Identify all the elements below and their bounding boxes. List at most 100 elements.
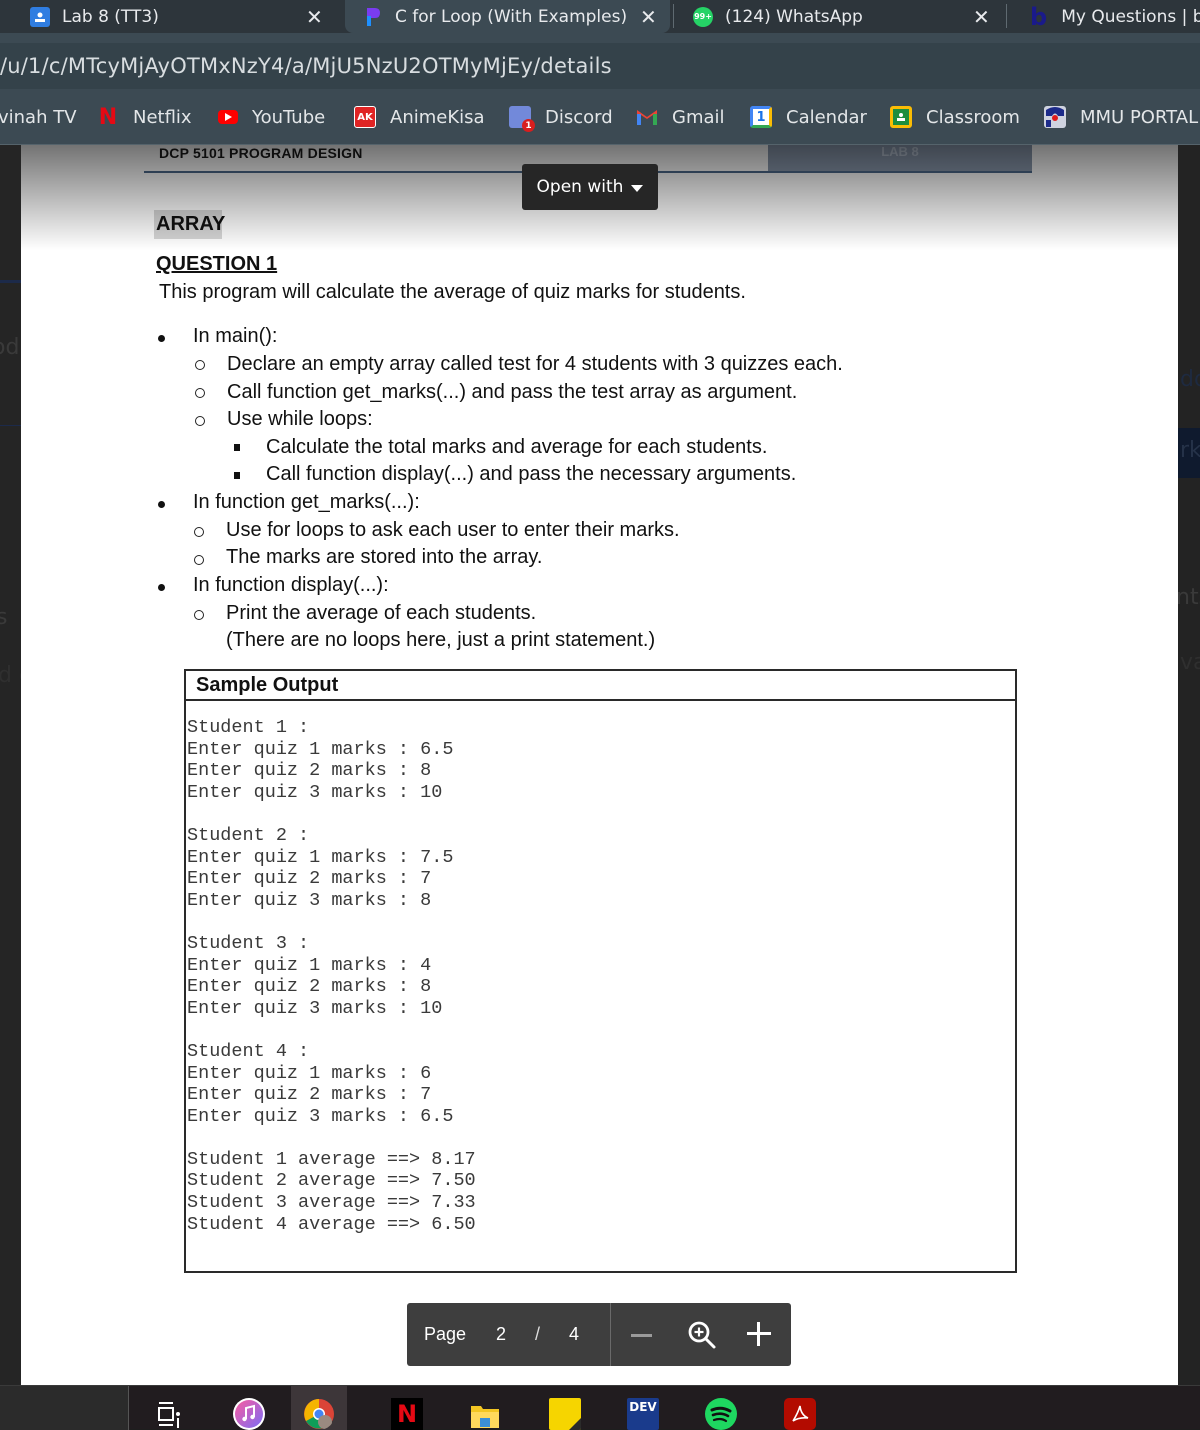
itunes-icon[interactable] <box>233 1398 265 1430</box>
instruction-item: Call function get_marks(...) and pass th… <box>227 381 798 403</box>
spotify-icon[interactable] <box>705 1398 737 1430</box>
netflix-app-icon[interactable]: N <box>391 1398 423 1430</box>
background-fragment: va <box>1180 650 1200 675</box>
zoom-out-button[interactable] <box>631 1334 652 1337</box>
background-fragment: s <box>0 605 8 630</box>
netflix-icon: N <box>98 104 118 130</box>
circle-bullet-icon <box>195 416 205 426</box>
acrobat-reader-icon[interactable] <box>784 1398 816 1430</box>
question-description: This program will calculate the average … <box>159 281 746 303</box>
open-with-button[interactable]: Open with <box>522 164 658 210</box>
bookmark-label: AnimeKisa <box>390 106 485 128</box>
gmail-icon <box>636 106 658 128</box>
classroom-icon <box>890 106 912 128</box>
lab-header: LAB 8 <box>768 145 1032 172</box>
output-line: Student 1 average ==> 8.17 <box>187 1148 476 1170</box>
bartleby-icon: b <box>1030 2 1048 31</box>
bookmark-label: Netflix <box>133 106 192 128</box>
output-line: Student 4 average ==> 6.50 <box>187 1213 476 1235</box>
close-tab-icon[interactable]: ✕ <box>306 5 323 29</box>
address-bar[interactable]: /u/1/c/MTcyMjAyOTMxNzY4/a/MjU5NzU2OTMyMj… <box>0 43 1200 89</box>
open-with-label: Open with <box>536 177 624 197</box>
tab-whatsapp[interactable]: 99+ (124) WhatsApp ✕ <box>693 0 1003 33</box>
file-explorer-icon[interactable] <box>469 1398 501 1430</box>
chrome-icon[interactable] <box>303 1398 335 1430</box>
instruction-item: In function get_marks(...): <box>193 491 420 513</box>
current-page-input[interactable]: 2 <box>496 1324 506 1345</box>
circle-bullet-icon <box>195 360 205 370</box>
bookmark-youtube[interactable]: YouTube <box>218 89 325 145</box>
discord-icon: 1 <box>509 106 535 132</box>
bookmark-classroom[interactable]: Classroom <box>890 89 1020 145</box>
bookmark-animekisa[interactable]: AK AnimeKisa <box>354 89 485 145</box>
tab-title: Lab 8 (TT3) <box>62 6 159 27</box>
animekisa-icon: AK <box>354 106 376 128</box>
circle-bullet-icon <box>195 388 205 398</box>
sample-output-box: Sample Output Student 1 : Enter quiz 1 ma… <box>184 669 1017 1273</box>
square-bullet-icon <box>234 444 240 451</box>
instruction-item: Declare an empty array called test for 4… <box>227 353 843 375</box>
dev-cpp-icon[interactable]: DEV <box>627 1398 659 1430</box>
zoom-in-button[interactable] <box>747 1322 771 1346</box>
task-view-icon[interactable] <box>153 1398 185 1430</box>
bookmark-mmu-portal[interactable]: MMU PORTAL <box>1044 89 1198 145</box>
tab-c-for-loop[interactable]: C for Loop (With Examples) ✕ <box>345 0 670 33</box>
output-line: Enter quiz 2 marks : 7 <box>187 868 432 890</box>
output-line: Student 2 average ==> 7.50 <box>187 1170 476 1192</box>
bullet-icon <box>158 584 165 591</box>
tab-title: (124) WhatsApp <box>725 6 863 27</box>
close-tab-icon[interactable]: ✕ <box>973 5 990 29</box>
instruction-item: The marks are stored into the array. <box>226 546 543 568</box>
output-line: Enter quiz 1 marks : 6.5 <box>187 738 454 760</box>
calendar-icon: 1 <box>750 106 772 128</box>
tab-separator <box>1006 4 1007 28</box>
section-title: ARRAY <box>156 213 226 235</box>
right-background <box>1178 145 1200 1385</box>
output-line: Enter quiz 2 marks : 8 <box>187 760 432 782</box>
instruction-item: In main(): <box>193 325 278 347</box>
bookmarks-bar: vinah TV N Netflix YouTube AK AnimeKisa … <box>0 89 1200 145</box>
taskbar-search-area[interactable] <box>0 1386 129 1430</box>
bookmark-discord[interactable]: 1 Discord <box>509 89 613 145</box>
google-classroom-icon <box>30 6 50 27</box>
page-separator: / <box>535 1324 541 1344</box>
instruction-item: Calculate the total marks and average fo… <box>266 436 768 458</box>
output-line: Enter quiz 2 marks : 8 <box>187 976 432 998</box>
bookmark-label: Calendar <box>786 106 867 128</box>
bookmark-gmail[interactable]: Gmail <box>636 89 725 145</box>
bookmark-label: Classroom <box>926 106 1020 128</box>
bookmark-netflix[interactable]: N Netflix <box>97 89 192 145</box>
instruction-item: Use while loops: <box>227 408 373 430</box>
bookmark-calendar[interactable]: 1 Calendar <box>750 89 867 145</box>
whatsapp-icon: 99+ <box>693 6 713 27</box>
programiz-icon <box>363 7 383 27</box>
background-fragment: nts <box>1176 585 1200 610</box>
bullet-icon <box>158 501 165 508</box>
bookmark-label: Discord <box>545 106 613 128</box>
output-line: Enter quiz 1 marks : 7.5 <box>187 846 454 868</box>
bookmark-vinah-tv[interactable]: vinah TV <box>0 89 77 145</box>
question-title: QUESTION 1 <box>156 253 278 275</box>
circle-bullet-icon <box>194 527 204 537</box>
close-tab-icon[interactable]: ✕ <box>640 5 657 29</box>
sticky-notes-icon[interactable] <box>549 1398 581 1430</box>
mmu-portal-icon <box>1044 106 1066 128</box>
output-line: Enter quiz 2 marks : 7 <box>187 1084 432 1106</box>
dropdown-caret-icon <box>631 184 644 192</box>
instruction-item: In function display(...): <box>193 574 389 596</box>
output-line: Student 3 : <box>187 932 310 954</box>
course-header: DCP 5101 PROGRAM DESIGN <box>159 145 363 161</box>
sample-output-heading: Sample Output <box>186 671 1015 701</box>
zoom-fit-icon[interactable] <box>687 1320 717 1350</box>
tab-my-questions[interactable]: b My Questions | b <box>1030 0 1200 33</box>
background-fragment <box>0 280 21 340</box>
document-viewer[interactable]: DCP 5101 PROGRAM DESIGN LAB 8 ARRAY QUES… <box>21 145 1178 1385</box>
instruction-item: Call function display(...) and pass the … <box>266 463 797 485</box>
output-line: Enter quiz 1 marks : 6 <box>187 1062 432 1084</box>
output-line: Student 4 : <box>187 1040 310 1062</box>
tab-lab8[interactable]: Lab 8 (TT3) ✕ <box>30 0 340 33</box>
